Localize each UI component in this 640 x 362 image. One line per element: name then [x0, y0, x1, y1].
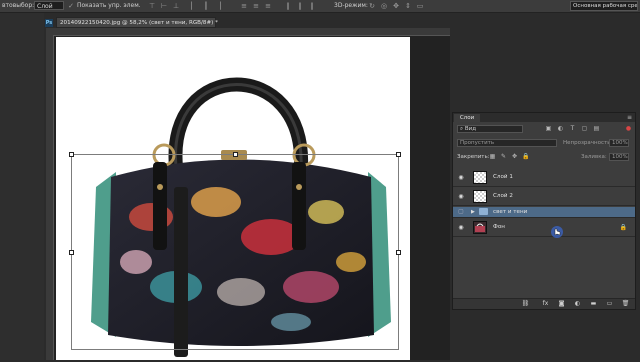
chevron-right-icon[interactable]: ▶ — [471, 209, 475, 215]
opacity-label: Непрозрачность: — [563, 140, 613, 146]
layer-group-row[interactable]: ▢ ▶ свет и тени — [453, 207, 635, 218]
rotate-3d-icon[interactable]: ↻ — [368, 2, 376, 10]
mode-3d-label: 3D-режим: — [334, 2, 368, 9]
cursor-shape — [551, 226, 563, 238]
lock-icon: 🔒 — [619, 224, 627, 231]
adjustment-icon[interactable]: ◐ — [573, 300, 582, 308]
roll-3d-icon[interactable]: ◎ — [380, 2, 388, 10]
filter-smart-icon[interactable]: ▤ — [593, 125, 600, 132]
blend-mode-dropdown[interactable]: Пропустить — [457, 139, 557, 147]
distribute-icon[interactable]: ‖ — [296, 2, 304, 10]
layer-thumbnail — [473, 221, 487, 234]
layer-name: Слой 2 — [493, 193, 513, 199]
document-tab-title: 20140922150420.jpg @ 58,2% (свет и тени,… — [60, 20, 218, 26]
fx-icon[interactable]: fx — [541, 300, 550, 308]
drag-3d-icon[interactable]: ✥ — [392, 2, 400, 10]
filter-shape-icon[interactable]: ▢ — [581, 125, 588, 132]
fill-label: Заливка: — [581, 154, 607, 160]
transform-handle[interactable] — [396, 152, 401, 157]
handbag-thumb — [475, 223, 485, 232]
app-icon: Ps — [45, 19, 53, 27]
transform-handle[interactable] — [233, 152, 238, 157]
lock-all-icon[interactable]: 🔒 — [522, 153, 529, 160]
trash-icon[interactable]: 🗑 — [621, 300, 630, 308]
eye-icon[interactable]: ◉ — [456, 193, 466, 201]
layer-row[interactable]: ◉ Фон 🔒 — [453, 219, 635, 237]
fill-field[interactable]: 100% — [609, 153, 629, 161]
lock-pixels-icon[interactable]: ✎ — [500, 153, 507, 160]
lock-label: Закрепить: — [457, 154, 490, 160]
align-right-icon[interactable]: ▕ — [214, 2, 222, 10]
align-middle-icon[interactable]: ⊢ — [160, 2, 168, 10]
layer-row[interactable]: ◉ Слой 1 — [453, 169, 635, 187]
mask-icon[interactable]: ◙ — [557, 300, 566, 308]
layer-name: Фон — [493, 224, 505, 230]
distribute-icon[interactable]: ≡ — [252, 2, 260, 10]
layers-tabbar: Слои ≡ — [453, 113, 635, 122]
transform-handle[interactable] — [396, 250, 401, 255]
layers-panel: Слои ≡ ⌕ Вид ▣ ◐ T ▢ ▤ ● Пропустить Непр… — [452, 112, 636, 310]
eye-icon[interactable]: ▢ — [456, 208, 466, 216]
folder-icon — [479, 208, 488, 215]
layer-filter-dropdown[interactable]: ⌕ Вид — [457, 125, 523, 133]
align-top-icon[interactable]: ⊤ — [148, 2, 156, 10]
autoselect-label: втовыбор: — [2, 2, 35, 9]
search-icon: ⌕ — [460, 126, 464, 132]
transform-bounding-box[interactable] — [69, 152, 401, 350]
new-group-icon[interactable]: ▬ — [589, 300, 598, 308]
layer-row[interactable]: ◉ Слой 2 — [453, 188, 635, 206]
distribute-icon[interactable]: ‖ — [284, 2, 292, 10]
align-bottom-icon[interactable]: ⊥ — [172, 2, 180, 10]
filter-adjustment-icon[interactable]: ◐ — [557, 125, 564, 132]
link-icon[interactable]: ⛓ — [521, 300, 530, 308]
filter-pixel-icon[interactable]: ▣ — [545, 125, 552, 132]
document-tab[interactable]: 20140922150420.jpg @ 58,2% (свет и тени,… — [56, 17, 218, 28]
slide-3d-icon[interactable]: ⇕ — [404, 2, 412, 10]
distribute-icon[interactable]: ‖ — [308, 2, 316, 10]
transform-handle[interactable] — [69, 152, 74, 157]
layer-filter-label: Вид — [464, 126, 476, 132]
distribute-icon[interactable]: ≡ — [264, 2, 272, 10]
tool-strip — [0, 13, 44, 360]
layer-name: свет и тени — [493, 209, 528, 215]
ruler-horizontal[interactable] — [46, 28, 450, 36]
options-bar: втовыбор: Слой ✓ Показать упр. элем. ⊤ ⊢… — [0, 0, 640, 13]
layers-bottom-bar: ⛓ fx ◙ ◐ ▬ ▭ 🗑 — [453, 298, 635, 309]
ruler-vertical[interactable] — [46, 35, 54, 360]
filter-type-icon[interactable]: T — [569, 125, 576, 132]
transform-handle[interactable] — [69, 250, 74, 255]
layer-name: Слой 1 — [493, 174, 513, 180]
layer-thumbnail — [473, 190, 487, 203]
panel-menu-icon[interactable]: ≡ — [627, 114, 632, 121]
hand-cursor-icon — [551, 226, 563, 238]
show-transform-label: Показать упр. элем. — [77, 2, 141, 9]
align-left-icon[interactable]: ▏ — [190, 2, 198, 10]
opacity-field[interactable]: 100% — [609, 139, 629, 147]
checkbox-icon[interactable]: ✓ — [67, 2, 75, 10]
scale-3d-icon[interactable]: ▭ — [416, 2, 424, 10]
layer-thumbnail — [473, 171, 487, 184]
tab-layers[interactable]: Слои — [454, 114, 480, 122]
lock-position-icon[interactable]: ✥ — [511, 153, 518, 160]
lock-transparency-icon[interactable]: ▦ — [489, 153, 496, 160]
distribute-icon[interactable]: ≡ — [240, 2, 248, 10]
filter-toggle-icon[interactable]: ● — [625, 125, 632, 132]
new-layer-icon[interactable]: ▭ — [605, 300, 614, 308]
autoselect-dropdown[interactable]: Слой — [34, 1, 64, 10]
align-center-icon[interactable]: ┃ — [202, 2, 210, 10]
eye-icon[interactable]: ◉ — [456, 224, 466, 232]
workspace-dropdown[interactable]: Основная рабочая среда — [570, 1, 638, 11]
eye-icon[interactable]: ◉ — [456, 174, 466, 182]
